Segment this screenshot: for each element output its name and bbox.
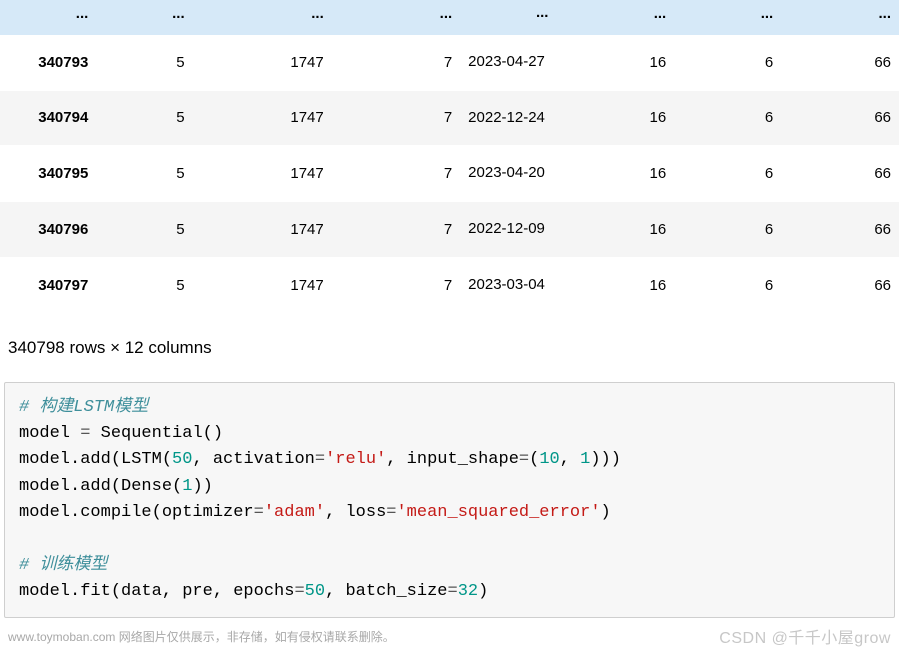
cell-date: 2023-04-20 <box>460 146 556 202</box>
code-token: 50 <box>305 582 325 601</box>
code-cell[interactable]: # 构建LSTM模型 model = Sequential() model.ad… <box>4 382 895 619</box>
code-token: model.compile(optimizer <box>19 503 254 522</box>
code-token: = <box>315 450 325 469</box>
code-comment: # 训练模型 <box>19 556 107 575</box>
code-token: model.add(Dense( <box>19 477 182 496</box>
cell: 66 <box>781 202 899 258</box>
code-token: = <box>447 582 457 601</box>
ellipsis-cell: ... <box>556 0 674 35</box>
code-token: model.add(LSTM( <box>19 450 172 469</box>
cell: 16 <box>556 257 674 313</box>
watermark-row: www.toymoban.com 网络图片仅供展示，非存储，如有侵权请联系删除。… <box>0 618 899 648</box>
cell: 1747 <box>193 35 332 90</box>
row-index: 340796 <box>0 202 96 258</box>
ellipsis-cell: ... <box>781 0 899 35</box>
cell: 5 <box>96 146 192 202</box>
code-token: 1 <box>182 477 192 496</box>
code-token: = <box>80 424 90 443</box>
ellipsis-row: ... ... ... ... ... ... ... ... <box>0 0 899 35</box>
cell: 66 <box>781 90 899 146</box>
cell: 1747 <box>193 146 332 202</box>
dataframe-table: ... ... ... ... ... ... ... ... 340793 5… <box>0 0 899 314</box>
cell: 6 <box>674 257 781 313</box>
ellipsis-cell: ... <box>193 0 332 35</box>
code-token: 'mean_squared_error' <box>396 503 600 522</box>
cell: 7 <box>332 257 460 313</box>
code-token: 50 <box>172 450 192 469</box>
watermark-right: CSDN @千千小屋grow <box>719 624 891 648</box>
cell: 66 <box>781 146 899 202</box>
cell: 16 <box>556 202 674 258</box>
code-token: = <box>386 503 396 522</box>
code-token: , loss <box>325 503 386 522</box>
cell-date: 2022-12-24 <box>460 90 556 146</box>
table-row: 340795 5 1747 7 2023-04-20 16 6 66 <box>0 146 899 202</box>
cell: 16 <box>556 35 674 90</box>
cell: 7 <box>332 90 460 146</box>
cell-date: 2022-12-09 <box>460 202 556 258</box>
code-token: ) <box>478 582 488 601</box>
ellipsis-cell: ... <box>674 0 781 35</box>
code-token: ))) <box>590 450 621 469</box>
cell: 5 <box>96 35 192 90</box>
code-token: 'relu' <box>325 450 386 469</box>
code-token: 32 <box>458 582 478 601</box>
code-comment: # 构建LSTM模型 <box>19 398 148 417</box>
ellipsis-cell: ... <box>332 0 460 35</box>
cell: 16 <box>556 146 674 202</box>
code-token: = <box>294 582 304 601</box>
cell: 1747 <box>193 202 332 258</box>
cell: 6 <box>674 90 781 146</box>
cell: 1747 <box>193 257 332 313</box>
code-token: , activation <box>192 450 314 469</box>
table-row: 340796 5 1747 7 2022-12-09 16 6 66 <box>0 202 899 258</box>
code-token: , batch_size <box>325 582 447 601</box>
cell: 5 <box>96 257 192 313</box>
ellipsis-cell: ... <box>0 0 96 35</box>
table-row: 340793 5 1747 7 2023-04-27 16 6 66 <box>0 35 899 90</box>
table: ... ... ... ... ... ... ... ... 340793 5… <box>0 0 899 314</box>
code-token: = <box>254 503 264 522</box>
dataframe-summary: 340798 rows × 12 columns <box>0 314 899 376</box>
code-token: model <box>19 424 80 443</box>
ellipsis-cell: ... <box>96 0 192 35</box>
cell: 5 <box>96 90 192 146</box>
table-row: 340794 5 1747 7 2022-12-24 16 6 66 <box>0 90 899 146</box>
code-token: , <box>560 450 580 469</box>
cell: 66 <box>781 35 899 90</box>
row-index: 340793 <box>0 35 96 90</box>
cell: 7 <box>332 35 460 90</box>
cell: 7 <box>332 202 460 258</box>
cell: 66 <box>781 257 899 313</box>
code-token: )) <box>192 477 212 496</box>
code-token: 1 <box>580 450 590 469</box>
code-token: 'adam' <box>264 503 325 522</box>
row-index: 340794 <box>0 90 96 146</box>
cell-date: 2023-03-04 <box>460 257 556 313</box>
cell: 1747 <box>193 90 332 146</box>
code-token: Sequential() <box>90 424 223 443</box>
cell: 16 <box>556 90 674 146</box>
code-token: = <box>519 450 529 469</box>
row-index: 340797 <box>0 257 96 313</box>
row-index: 340795 <box>0 146 96 202</box>
code-token: ( <box>529 450 539 469</box>
code-token: 10 <box>539 450 559 469</box>
watermark-left: www.toymoban.com 网络图片仅供展示，非存储，如有侵权请联系删除。 <box>8 628 395 645</box>
code-token: ) <box>601 503 611 522</box>
cell: 5 <box>96 202 192 258</box>
code-token: model.fit(data, pre, epochs <box>19 582 294 601</box>
code-token: , input_shape <box>386 450 519 469</box>
cell: 6 <box>674 35 781 90</box>
cell-date: 2023-04-27 <box>460 35 556 90</box>
table-row: 340797 5 1747 7 2023-03-04 16 6 66 <box>0 257 899 313</box>
cell: 6 <box>674 202 781 258</box>
cell: 6 <box>674 146 781 202</box>
ellipsis-cell: ... <box>460 0 556 35</box>
cell: 7 <box>332 146 460 202</box>
